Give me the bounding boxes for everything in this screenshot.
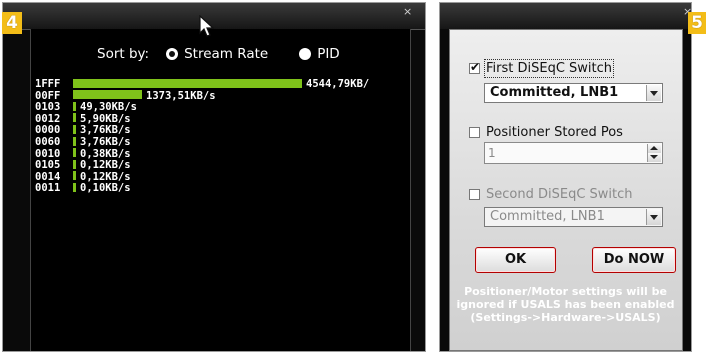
stream-rate: 4544,79KB/ xyxy=(306,78,370,90)
radio-button[interactable] xyxy=(299,48,312,60)
stream-row: 0000 3,76KB/s xyxy=(35,124,131,136)
checkbox[interactable] xyxy=(469,60,480,74)
stream-pid: 0014 xyxy=(35,170,61,183)
stream-rate-bar xyxy=(73,124,76,134)
sort-option-stream-rate[interactable]: Stream Rate xyxy=(166,46,268,62)
sort-label: Sort by: xyxy=(97,46,150,62)
stream-row: 0012 5,90KB/s xyxy=(35,113,131,125)
select-value: Committed, LNB1 xyxy=(490,209,605,224)
stream-rate-bar xyxy=(73,101,76,111)
title-bar[interactable]: × xyxy=(440,3,692,29)
stream-rate-bar xyxy=(73,113,76,123)
stream-row: 0014 0,12KB/s xyxy=(35,171,131,183)
arrow-down-icon[interactable] xyxy=(647,153,661,162)
second-switch-select[interactable]: Committed, LNB1 xyxy=(484,207,663,227)
second-diseqc-switch-checkbox[interactable]: Second DiSEqC Switch xyxy=(469,187,633,202)
first-diseqc-switch-checkbox[interactable]: First DiSEqC Switch xyxy=(469,59,615,78)
stream-rate-bar xyxy=(73,90,142,100)
sort-option-label: Stream Rate xyxy=(184,46,269,62)
stream-rate: 0,12KB/s xyxy=(80,159,131,172)
checkbox-label: Positioner Stored Pos xyxy=(486,125,623,140)
stream-rate-bar xyxy=(73,78,302,88)
usals-note: Positioner/Motor settings will be ignore… xyxy=(456,285,675,324)
sort-option-label: PID xyxy=(317,46,340,62)
mouse-pointer-icon xyxy=(199,15,215,37)
step-badge-4: 4 xyxy=(2,12,22,34)
positioner-position-stepper[interactable]: 1 xyxy=(484,142,663,164)
stream-rate: 0,38KB/s xyxy=(80,147,131,160)
close-icon[interactable]: × xyxy=(403,6,412,18)
select-value: Committed, LNB1 xyxy=(490,85,619,100)
stream-pid: 0012 xyxy=(35,112,61,125)
stream-rate-bar xyxy=(73,148,76,158)
stream-rate-bar xyxy=(73,159,76,169)
stream-pid: 0011 xyxy=(35,182,61,195)
stream-pid: 1FFF xyxy=(35,78,61,90)
checkbox-label: Second DiSEqC Switch xyxy=(486,187,633,202)
arrow-up-icon[interactable] xyxy=(647,144,661,153)
stream-rate-bar xyxy=(73,171,76,181)
stream-rate: 1373,51KB/s xyxy=(146,89,216,102)
sort-bar: Sort by: Stream Rate PID xyxy=(97,44,371,64)
chevron-down-icon[interactable] xyxy=(646,209,661,225)
stream-row: 1FFF 4544,79KB/ xyxy=(35,78,369,90)
stream-pid: 0000 xyxy=(35,124,61,137)
radio-button[interactable] xyxy=(166,48,179,60)
checkbox[interactable] xyxy=(469,127,480,138)
stream-row: 0105 0,12KB/s xyxy=(35,159,131,171)
stream-pid: 0105 xyxy=(35,159,61,172)
stream-pid: 0103 xyxy=(35,101,61,114)
stream-pid: 0060 xyxy=(35,136,61,148)
checkbox-label: First DiSEqC Switch xyxy=(483,59,615,78)
stream-rate: 5,90KB/s xyxy=(80,112,131,125)
chevron-down-icon[interactable] xyxy=(646,85,661,101)
stream-row: 0010 0,38KB/s xyxy=(35,148,131,160)
stepper-value: 1 xyxy=(488,146,496,160)
stream-rate: 49,30KB/s xyxy=(80,101,137,114)
stream-pid: 0010 xyxy=(35,147,61,160)
diseqc-settings-window: × First DiSEqC Switch Committed, LNB1 Po… xyxy=(439,2,692,352)
stream-row: 00FF 1373,51KB/s xyxy=(35,90,216,102)
stream-row: 0103 49,30KB/s xyxy=(35,101,137,113)
stream-rate-bar xyxy=(73,136,76,146)
stream-rate-bar xyxy=(73,182,76,192)
first-switch-select[interactable]: Committed, LNB1 xyxy=(484,83,663,103)
sort-option-pid[interactable]: PID xyxy=(299,46,340,62)
stream-rate: 0,12KB/s xyxy=(80,170,131,183)
ok-button[interactable]: OK xyxy=(475,247,556,273)
stream-row: 0060 3,76KB/s xyxy=(35,136,131,148)
do-now-button[interactable]: Do NOW xyxy=(592,247,676,273)
stream-pid: 00FF xyxy=(35,89,61,102)
stream-rate: 0,10KB/s xyxy=(80,182,131,195)
checkbox[interactable] xyxy=(469,189,480,200)
step-badge-5: 5 xyxy=(688,12,706,34)
stream-row: 0011 0,10KB/s xyxy=(35,182,131,194)
settings-panel: First DiSEqC Switch Committed, LNB1 Posi… xyxy=(449,29,683,351)
stream-rate: 3,76KB/s xyxy=(80,124,131,137)
stream-rate: 3,76KB/s xyxy=(80,136,131,148)
positioner-stored-pos-checkbox[interactable]: Positioner Stored Pos xyxy=(469,125,623,140)
